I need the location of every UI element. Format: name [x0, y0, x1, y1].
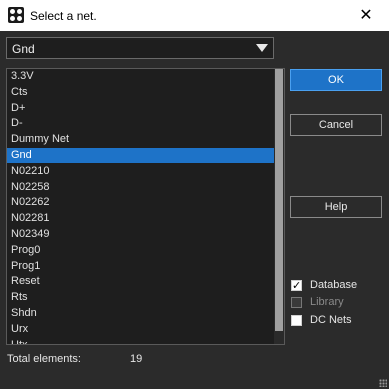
- total-elements-count: 19: [130, 353, 143, 365]
- help-button[interactable]: Help: [290, 196, 382, 218]
- checkbox-icon[interactable]: ✓: [291, 280, 302, 292]
- net-list-item[interactable]: Shdn: [7, 306, 274, 321]
- net-list-item[interactable]: D-: [7, 116, 274, 131]
- window-title: Select a net.: [30, 9, 97, 23]
- net-dropdown-value: Gnd: [12, 42, 35, 56]
- net-list-item[interactable]: 3.3V: [7, 69, 274, 84]
- net-list-item[interactable]: N02262: [7, 195, 274, 210]
- net-list-item[interactable]: N02349: [7, 227, 274, 242]
- net-list-item[interactable]: Dummy Net: [7, 132, 274, 147]
- net-dropdown[interactable]: Gnd: [6, 37, 274, 59]
- net-list[interactable]: 3.3V Cts D+ D- Dummy Net Gnd N02210 N02258 N0226…: [6, 68, 285, 345]
- total-elements-label: Total elements:: [7, 353, 81, 365]
- option-label: DC Nets: [310, 314, 352, 326]
- close-icon[interactable]: ✕: [343, 0, 389, 31]
- net-list-item[interactable]: Rts: [7, 290, 274, 305]
- title-bar: Select a net. ✕: [0, 0, 389, 31]
- net-list-item[interactable]: Prog0: [7, 243, 274, 258]
- checkbox-icon[interactable]: [291, 315, 302, 326]
- net-list-item[interactable]: N02210: [7, 164, 274, 179]
- net-list-item[interactable]: N02258: [7, 180, 274, 195]
- list-scrollbar[interactable]: [274, 69, 284, 344]
- option-label: Library: [310, 296, 344, 308]
- net-list-item[interactable]: Gnd: [7, 148, 274, 163]
- option-label: Database: [310, 279, 358, 291]
- scrollbar-thumb[interactable]: [275, 69, 283, 331]
- checkbox-icon: [291, 297, 302, 308]
- net-list-item[interactable]: Reset: [7, 274, 274, 289]
- net-list-item[interactable]: Utx: [7, 338, 274, 344]
- net-list-item[interactable]: D+: [7, 101, 274, 116]
- net-list-item[interactable]: Prog1: [7, 259, 274, 274]
- chevron-down-icon[interactable]: [256, 44, 268, 52]
- app-icon: [8, 7, 24, 23]
- cancel-button[interactable]: Cancel: [290, 114, 382, 136]
- net-list-item[interactable]: N02281: [7, 211, 274, 226]
- net-list-item[interactable]: Urx: [7, 322, 274, 337]
- resize-grip-icon[interactable]: [379, 379, 387, 387]
- net-list-item[interactable]: Cts: [7, 85, 274, 100]
- ok-button[interactable]: OK: [290, 69, 382, 91]
